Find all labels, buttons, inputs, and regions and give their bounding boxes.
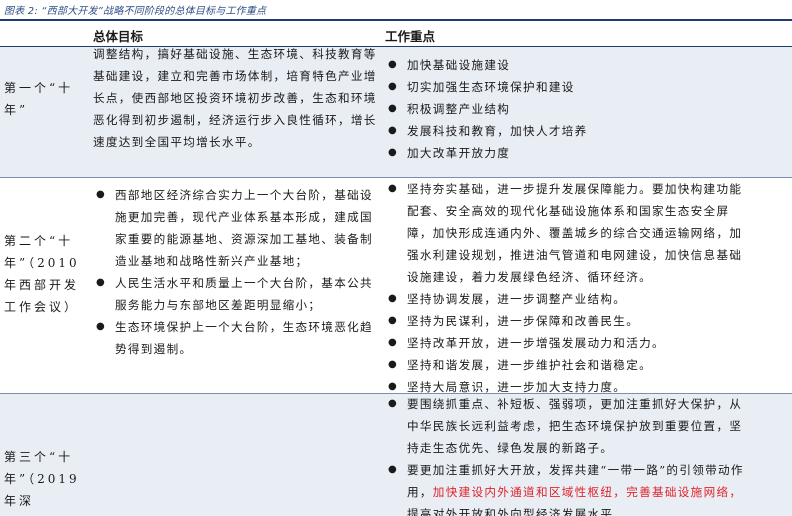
table-row: 第一个“十年” 调整结构，搞好基础设施、生态环境、科技教育等基础建设，建立和完善…	[0, 47, 792, 177]
focus-item: 发展科技和教育，加快人才培养	[385, 120, 755, 142]
focus-highlight-text: 加快建设内外通道和区域性枢纽，完善基础设施网络，	[432, 485, 743, 499]
table-row: 第二个“十年”（2010年西部开发工作会议） 西部地区经济综合实力上一个大台阶，…	[0, 178, 792, 398]
table-row: 第三个“十年”（2019年深 要围绕抓重点、补短板、强弱项，更加注重抓好大保护，…	[0, 394, 792, 516]
period-cell: 第二个“十年”（2010年西部开发工作会议）	[4, 234, 80, 314]
focus-list: 坚持夯实基础，进一步提升发展保障能力。要加快构建功能配套、安全高效的现代化基础设…	[385, 178, 755, 398]
focus-text: 提高对外开放和外向型经济发展水平	[407, 507, 614, 516]
focus-list: 要围绕抓重点、补短板、强弱项，更加注重抓好大保护，从中华民族长远利益考虑，把生态…	[385, 394, 755, 516]
focus-item: 要围绕抓重点、补短板、强弱项，更加注重抓好大保护，从中华民族长远利益考虑，把生态…	[385, 394, 755, 459]
focus-item: 坚持协调发展，进一步调整产业结构。	[385, 288, 755, 310]
goal-cell: 调整结构，搞好基础设施、生态环境、科技教育等基础建设，建立和完善市场体制，培育特…	[93, 47, 377, 149]
goal-item: 生态环境保护上一个大台阶，生态环境恶化趋势得到遏制。	[93, 316, 379, 360]
focus-item: 坚持和谐发展，进一步维护社会和谐稳定。	[385, 354, 755, 376]
goal-list: 西部地区经济综合实力上一个大台阶，基础设施更加完善，现代产业体系基本形成，建成国…	[93, 184, 379, 360]
goal-item: 西部地区经济综合实力上一个大台阶，基础设施更加完善，现代产业体系基本形成，建成国…	[93, 184, 379, 272]
focus-list: 加快基础设施建设 切实加强生态环境保护和建设 积极调整产业结构 发展科技和教育，…	[385, 54, 755, 164]
focus-item: 积极调整产业结构	[385, 98, 755, 120]
header-work-focus: 工作重点	[385, 29, 436, 44]
focus-item: 坚持为民谋利，进一步保障和改善民生。	[385, 310, 755, 332]
focus-item: 加大改革开放力度	[385, 142, 755, 164]
figure-caption: 图表 2: “西部大开发”战略不同阶段的总体目标与工作重点	[4, 6, 267, 17]
focus-item: 切实加强生态环境保护和建设	[385, 76, 755, 98]
focus-item: 坚持改革开放，进一步增强发展动力和活力。	[385, 332, 755, 354]
focus-item: 坚持夯实基础，进一步提升发展保障能力。要加快构建功能配套、安全高效的现代化基础设…	[385, 178, 755, 288]
goal-item: 人民生活水平和质量上一个大台阶，基本公共服务能力与东部地区差距明显缩小；	[93, 272, 379, 316]
focus-item: 要更加注重抓好大开放，发挥共建“一带一路”的引领带动作用，加快建设内外通道和区域…	[385, 459, 755, 516]
focus-item: 加快基础设施建设	[385, 54, 755, 76]
period-cell: 第三个“十年”（2019年深	[4, 450, 80, 508]
period-cell: 第一个“十年”	[4, 81, 74, 117]
table-top-rule	[0, 19, 792, 21]
